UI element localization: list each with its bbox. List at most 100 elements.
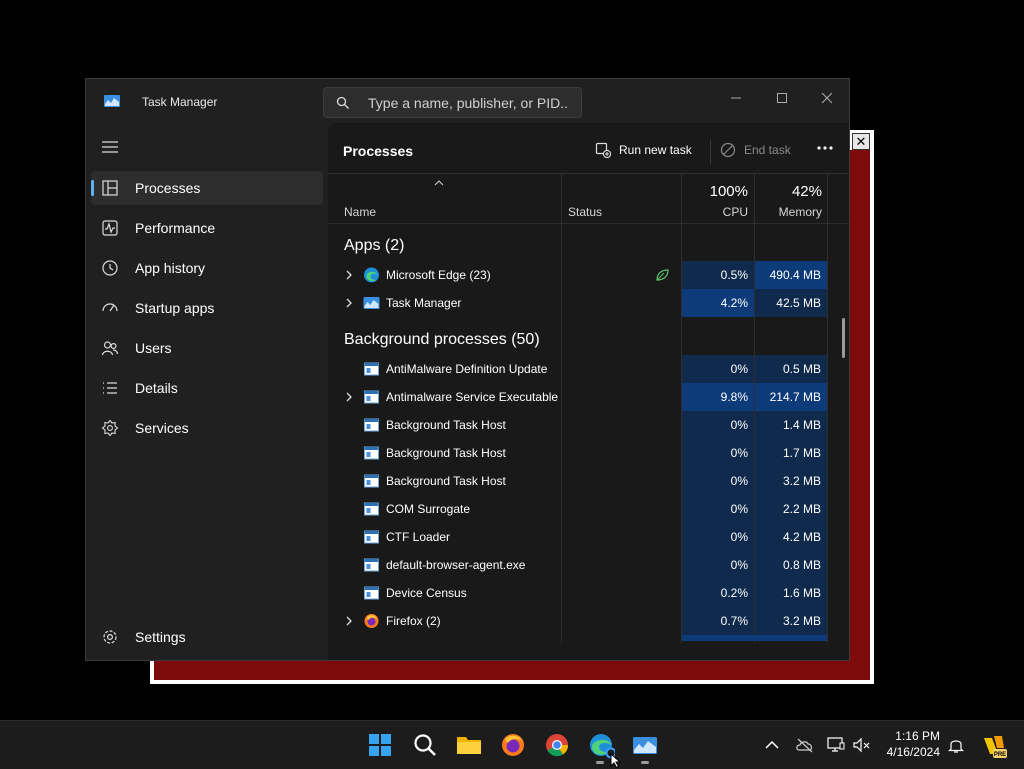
search-box[interactable] — [323, 87, 582, 118]
active-indicator — [91, 180, 94, 196]
close-button[interactable] — [804, 83, 849, 113]
process-name: Background Task Host — [386, 474, 506, 488]
services-icon — [101, 419, 119, 437]
mouse-cursor-icon — [610, 753, 622, 768]
table-row[interactable]: COM Surrogate 0% 2.2 MB — [328, 495, 828, 523]
process-name: Device Census — [386, 586, 467, 600]
processes-panel: Processes Run new task End task Name Sta… — [328, 123, 849, 660]
search-input[interactable] — [368, 93, 568, 113]
copilot-preview-icon[interactable]: PRE — [980, 732, 1008, 760]
cpu-cell: 0% — [682, 495, 754, 523]
column-header-status[interactable]: Status — [568, 205, 602, 219]
memory-cell: 1.6 MB — [755, 579, 827, 607]
volume-muted-icon[interactable] — [852, 735, 872, 755]
sidebar-item-settings[interactable]: Settings — [91, 620, 323, 654]
system-process-icon — [364, 558, 379, 572]
svg-text:PRE: PRE — [994, 752, 1006, 758]
table-row[interactable]: Microsoft Edge (23) 0.5% 490.4 MB — [328, 261, 828, 289]
sort-ascending-icon[interactable] — [434, 179, 444, 186]
vertical-scrollbar[interactable] — [842, 318, 845, 358]
sidebar-item-label: Settings — [135, 629, 186, 645]
sidebar-item-app-history[interactable]: App history — [91, 251, 323, 285]
taskbar: 1:16 PM 4/16/2024 PRE — [0, 720, 1024, 769]
clock[interactable]: 1:16 PM 4/16/2024 — [878, 728, 940, 760]
process-name: Background Task Host — [386, 446, 506, 460]
maximize-button[interactable] — [759, 83, 805, 113]
background-window-close-button[interactable]: ✕ — [852, 133, 870, 150]
network-icon[interactable] — [826, 735, 846, 755]
firefox-icon[interactable] — [499, 731, 527, 759]
sidebar-item-processes[interactable]: Processes — [91, 171, 323, 205]
chevron-right-icon[interactable] — [344, 616, 354, 626]
table-row[interactable]: Antimalware Service Executable 9.8% 214.7 … — [328, 383, 828, 411]
title-bar: Task Manager — [86, 79, 849, 125]
end-task-icon — [720, 142, 736, 158]
notifications-bell-icon[interactable] — [946, 735, 966, 755]
table-row[interactable]: Device Census 0.2% 1.6 MB — [328, 579, 828, 607]
column-header-cpu[interactable]: CPU — [682, 205, 748, 219]
table-row[interactable]: Background Task Host 0% 1.4 MB — [328, 411, 828, 439]
table-row[interactable]: Background Task Host 0% 1.7 MB — [328, 439, 828, 467]
process-name: default-browser-agent.exe — [386, 558, 526, 572]
table-row[interactable]: default-browser-agent.exe 0% 0.8 MB — [328, 551, 828, 579]
cpu-cell: 0% — [682, 551, 754, 579]
toolbar-separator — [328, 173, 849, 174]
table-row[interactable]: Firefox (2) 0.7% 3.2 MB — [328, 607, 828, 635]
chrome-icon[interactable] — [543, 731, 571, 759]
hamburger-menu-icon[interactable] — [100, 137, 120, 157]
task-manager-window: Task Manager Processes — [85, 78, 850, 661]
table-row[interactable]: AntiMalware Definition Update 0% 0.5 MB — [328, 355, 828, 383]
sidebar-item-label: Details — [135, 380, 178, 396]
run-new-task-button[interactable]: Run new task — [595, 139, 692, 161]
column-header-name[interactable]: Name — [344, 205, 376, 219]
sidebar-item-services[interactable]: Services — [91, 411, 323, 445]
process-name: CTF Loader — [386, 530, 451, 544]
users-icon — [101, 341, 119, 356]
file-explorer-icon[interactable] — [455, 731, 483, 759]
system-process-icon — [364, 502, 379, 516]
processes-icon — [102, 180, 118, 196]
window-title: Task Manager — [142, 95, 218, 109]
sidebar-item-details[interactable]: Details — [91, 371, 323, 405]
table-row[interactable]: Task Manager 4.2% 42.5 MB — [328, 289, 828, 317]
memory-cell: 3.2 MB — [755, 467, 827, 495]
table-row[interactable]: Background Task Host 0% 3.2 MB — [328, 467, 828, 495]
group-header-apps[interactable]: Apps (2) — [344, 237, 404, 255]
task-manager-running-indicator — [641, 761, 649, 764]
minimize-button[interactable] — [713, 83, 759, 113]
process-name: COM Surrogate — [386, 502, 471, 516]
clock-time: 1:16 PM — [895, 729, 940, 743]
memory-cell: 1.4 MB — [755, 411, 827, 439]
table-row[interactable]: CTF Loader 0% 4.2 MB — [328, 523, 828, 551]
process-name: Antimalware Service Executable — [386, 390, 559, 404]
run-new-task-icon — [595, 142, 611, 158]
chevron-right-icon[interactable] — [344, 298, 354, 308]
firefox-icon — [364, 614, 379, 628]
group-header-background-processes[interactable]: Background processes (50) — [344, 331, 540, 349]
memory-cell: 1.7 MB — [755, 439, 827, 467]
close-icon — [821, 92, 833, 104]
search-icon — [336, 96, 349, 109]
sidebar-item-users[interactable]: Users — [91, 331, 323, 365]
chevron-right-icon[interactable] — [344, 392, 354, 402]
task-manager-icon[interactable] — [631, 731, 659, 759]
memory-cell: 4.2 MB — [755, 523, 827, 551]
startup-apps-icon — [102, 303, 118, 312]
end-task-button[interactable]: End task — [720, 139, 791, 161]
more-options-icon[interactable] — [816, 143, 834, 153]
system-process-icon — [364, 362, 379, 376]
chevron-right-icon[interactable] — [344, 270, 354, 280]
settings-icon — [103, 630, 117, 644]
cpu-cell: 0% — [682, 439, 754, 467]
column-header-memory[interactable]: Memory — [755, 205, 822, 219]
sidebar-item-startup-apps[interactable]: Startup apps — [91, 291, 323, 325]
sidebar-item-label: Services — [135, 420, 189, 436]
sidebar-item-performance[interactable]: Performance — [91, 211, 323, 245]
cpu-cell: 0.2% — [682, 579, 754, 607]
system-process-icon — [364, 586, 379, 600]
start-icon[interactable] — [366, 731, 394, 759]
onedrive-offline-icon[interactable] — [795, 735, 815, 755]
chevron-up-icon[interactable] — [762, 735, 782, 755]
process-name: Firefox (2) — [386, 614, 441, 628]
search-icon[interactable] — [411, 731, 439, 759]
